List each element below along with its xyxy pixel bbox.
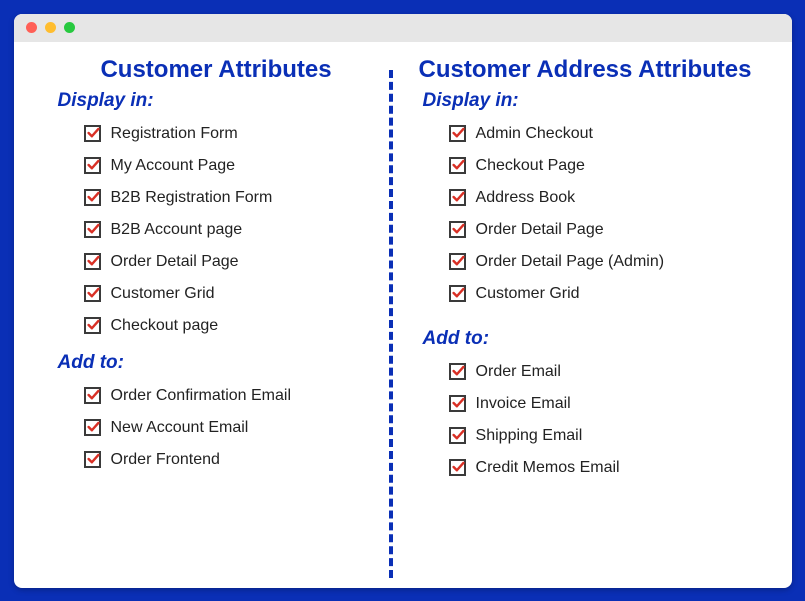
list-item: Address Book: [449, 182, 752, 214]
list-item-label: Customer Grid: [111, 285, 215, 303]
checkbox-checked-icon[interactable]: [84, 221, 101, 238]
list-item: Order Confirmation Email: [84, 380, 379, 412]
right-display-label: Display in:: [423, 90, 752, 112]
left-column: Customer Attributes Display in: Registra…: [34, 50, 399, 568]
zoom-icon[interactable]: [64, 22, 75, 33]
list-item: Order Detail Page (Admin): [449, 246, 752, 278]
list-item: Shipping Email: [449, 420, 752, 452]
content: Customer Attributes Display in: Registra…: [14, 42, 792, 588]
checkbox-checked-icon[interactable]: [449, 221, 466, 238]
checkbox-checked-icon[interactable]: [449, 363, 466, 380]
checkbox-checked-icon[interactable]: [84, 125, 101, 142]
checkbox-checked-icon[interactable]: [449, 189, 466, 206]
list-item: Order Detail Page: [449, 214, 752, 246]
list-item-label: Order Frontend: [111, 451, 220, 469]
list-item-label: New Account Email: [111, 419, 249, 437]
list-item-label: B2B Registration Form: [111, 189, 273, 207]
checkbox-checked-icon[interactable]: [449, 285, 466, 302]
list-item: Order Frontend: [84, 444, 379, 476]
checkbox-checked-icon[interactable]: [84, 317, 101, 334]
list-item: Checkout page: [84, 310, 379, 342]
list-item-label: Order Detail Page: [111, 253, 239, 271]
list-item-label: B2B Account page: [111, 221, 243, 239]
list-item: Customer Grid: [449, 278, 752, 310]
column-divider: [389, 70, 393, 578]
list-item: Invoice Email: [449, 388, 752, 420]
right-add-label: Add to:: [423, 328, 752, 350]
checkbox-checked-icon[interactable]: [84, 387, 101, 404]
checkbox-checked-icon[interactable]: [449, 459, 466, 476]
right-column-title: Customer Address Attributes: [419, 56, 752, 84]
checkbox-checked-icon[interactable]: [449, 157, 466, 174]
list-item-label: Credit Memos Email: [476, 459, 620, 477]
app-window: Customer Attributes Display in: Registra…: [14, 14, 792, 588]
left-add-items: Order Confirmation Email New Account Ema…: [54, 380, 379, 476]
right-add-items: Order Email Invoice Email Shipping Email…: [419, 356, 752, 484]
list-item-label: Order Confirmation Email: [111, 387, 292, 405]
list-item: Checkout Page: [449, 150, 752, 182]
checkbox-checked-icon[interactable]: [84, 253, 101, 270]
list-item-label: Checkout page: [111, 317, 219, 335]
right-display-items: Admin Checkout Checkout Page Address Boo…: [419, 118, 752, 310]
list-item: Credit Memos Email: [449, 452, 752, 484]
list-item-label: My Account Page: [111, 157, 236, 175]
checkbox-checked-icon[interactable]: [84, 285, 101, 302]
checkbox-checked-icon[interactable]: [84, 157, 101, 174]
list-item: Order Email: [449, 356, 752, 388]
left-column-title: Customer Attributes: [54, 56, 379, 84]
list-item: Registration Form: [84, 118, 379, 150]
list-item: Admin Checkout: [449, 118, 752, 150]
left-add-label: Add to:: [58, 352, 379, 374]
checkbox-checked-icon[interactable]: [84, 451, 101, 468]
list-item: Customer Grid: [84, 278, 379, 310]
list-item-label: Order Detail Page: [476, 221, 604, 239]
checkbox-checked-icon[interactable]: [449, 253, 466, 270]
list-item: B2B Registration Form: [84, 182, 379, 214]
list-item-label: Order Detail Page (Admin): [476, 253, 665, 271]
list-item-label: Admin Checkout: [476, 125, 593, 143]
right-column: Customer Address Attributes Display in: …: [399, 50, 772, 568]
checkbox-checked-icon[interactable]: [84, 419, 101, 436]
list-item-label: Address Book: [476, 189, 576, 207]
close-icon[interactable]: [26, 22, 37, 33]
checkbox-checked-icon[interactable]: [449, 395, 466, 412]
list-item: Order Detail Page: [84, 246, 379, 278]
list-item-label: Customer Grid: [476, 285, 580, 303]
list-item-label: Order Email: [476, 363, 561, 381]
list-item-label: Registration Form: [111, 125, 238, 143]
list-item-label: Checkout Page: [476, 157, 585, 175]
checkbox-checked-icon[interactable]: [84, 189, 101, 206]
checkbox-checked-icon[interactable]: [449, 125, 466, 142]
checkbox-checked-icon[interactable]: [449, 427, 466, 444]
left-display-label: Display in:: [58, 90, 379, 112]
minimize-icon[interactable]: [45, 22, 56, 33]
titlebar: [14, 14, 792, 42]
list-item: B2B Account page: [84, 214, 379, 246]
left-display-items: Registration Form My Account Page B2B Re…: [54, 118, 379, 342]
list-item: My Account Page: [84, 150, 379, 182]
list-item-label: Shipping Email: [476, 427, 583, 445]
list-item: New Account Email: [84, 412, 379, 444]
list-item-label: Invoice Email: [476, 395, 571, 413]
